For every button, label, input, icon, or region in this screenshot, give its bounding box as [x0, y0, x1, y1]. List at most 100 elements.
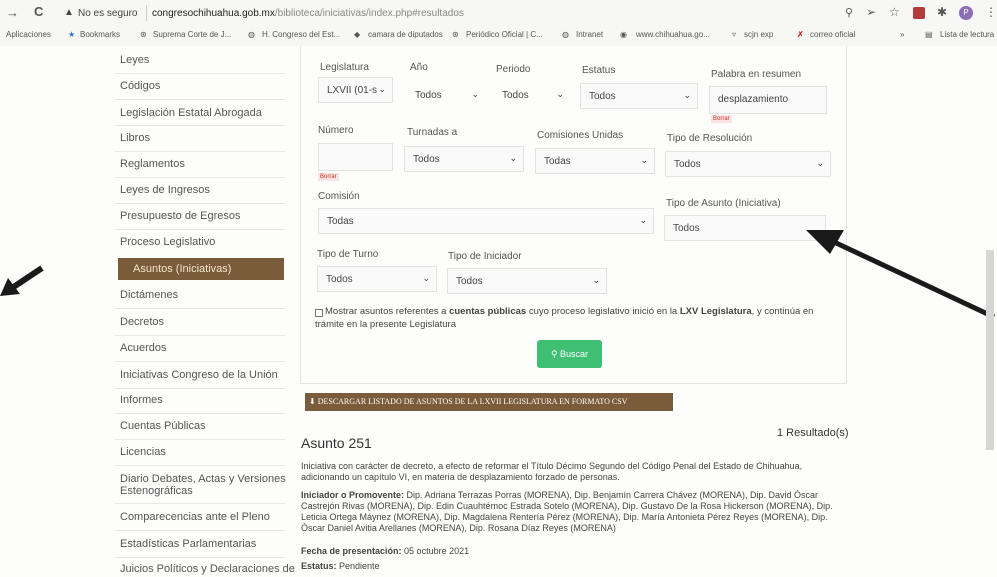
cuentas-publicas-checkbox[interactable]: [315, 309, 323, 317]
globe-icon: ◆: [354, 30, 361, 39]
divider: [115, 229, 285, 230]
sidebar-item-reglamentos[interactable]: Reglamentos: [120, 158, 185, 170]
chevron-down-icon: ⌄: [683, 90, 691, 100]
globe-icon: ◍: [562, 30, 569, 39]
mail-icon: ✗: [797, 30, 804, 39]
anio-select[interactable]: Todos ⌄: [406, 82, 486, 108]
bookmark-item[interactable]: Intranet: [576, 30, 603, 39]
divider: [115, 203, 285, 204]
bookmark-item[interactable]: camara de diputados: [368, 30, 443, 39]
sidebar-item-asuntos[interactable]: Asuntos (Iniciativas): [133, 263, 231, 275]
palabra-input[interactable]: desplazamiento: [709, 86, 827, 114]
sidebar-item-licencias[interactable]: Licencias: [120, 446, 166, 458]
comision-label: Comisión: [318, 191, 360, 202]
tipo-turno-value: Todos: [326, 274, 353, 285]
url-field[interactable]: congresochihuahua.gob.mx/biblioteca/inic…: [152, 8, 464, 19]
turnadas-select[interactable]: Todos ⌄: [404, 146, 524, 172]
numero-input[interactable]: [318, 143, 393, 171]
bookmark-item[interactable]: H. Congreso del Est...: [262, 30, 340, 39]
comisiones-select[interactable]: Todas ⌄: [535, 148, 655, 174]
result-description: Iniciativa con carácter de decreto, a ef…: [301, 461, 803, 482]
divider: [115, 388, 285, 389]
sidebar-item-iniciativas-union[interactable]: Iniciativas Congreso de la Unión: [120, 369, 278, 381]
security-label[interactable]: No es seguro: [78, 8, 137, 19]
extension-icon[interactable]: [913, 7, 925, 19]
sidebar-item-dictamenes[interactable]: Dictámenes: [120, 289, 178, 301]
download-csv-label: DESCARGAR LISTADO DE ASUNTOS DE LA LXVII…: [317, 397, 628, 406]
tipo-resolucion-select[interactable]: Todos ⌄: [665, 151, 831, 177]
globe-icon: ◍: [248, 30, 255, 39]
divider: [115, 99, 285, 100]
divider: [115, 557, 285, 558]
sidebar-item-codigos[interactable]: Códigos: [120, 80, 160, 92]
more-bookmarks-button[interactable]: »: [900, 30, 904, 39]
comision-select[interactable]: Todas ⌄: [318, 208, 654, 234]
sidebar-item-estadisticas[interactable]: Estadísticas Parlamentarias: [120, 538, 256, 550]
chevron-down-icon: ⌄: [471, 89, 479, 99]
search-button[interactable]: ⚲ Buscar: [537, 340, 602, 368]
avatar[interactable]: P: [959, 6, 973, 20]
divider: [115, 73, 285, 74]
turnadas-label: Turnadas a: [407, 127, 458, 138]
sidebar-item-leyes[interactable]: Leyes: [120, 54, 149, 66]
puzzle-icon[interactable]: ✱: [937, 5, 947, 19]
tipo-turno-select[interactable]: Todos ⌄: [317, 266, 437, 292]
sidebar-item-legislacion-abrogada[interactable]: Legislación Estatal Abrogada: [120, 107, 262, 119]
result-status: Estatus: Pendiente: [301, 561, 842, 572]
divider: [115, 530, 285, 531]
divider: [115, 335, 285, 336]
reload-icon[interactable]: C: [34, 4, 43, 19]
cuentas-publicas-text-line2: trámite en la presente Legislatura: [315, 319, 456, 330]
globe-icon: ⊛: [452, 30, 459, 39]
divider: [115, 361, 285, 362]
menu-icon[interactable]: ⋮: [985, 5, 997, 19]
bookmark-item[interactable]: Bookmarks: [80, 30, 120, 39]
scrollbar[interactable]: [986, 250, 994, 450]
tipo-asunto-select[interactable]: Todos: [664, 215, 826, 241]
url-path: /biblioteca/iniciativas/index.php#result…: [274, 8, 464, 19]
result-title[interactable]: Asunto 251: [301, 435, 372, 451]
status-label: Estatus:: [301, 561, 337, 571]
sidebar-item-proceso-legislativo[interactable]: Proceso Legislativo: [120, 236, 215, 248]
estatus-select[interactable]: Todos ⌄: [580, 83, 698, 109]
forward-icon[interactable]: →: [6, 5, 19, 20]
bookmark-item[interactable]: www.chihuahua.go...: [636, 30, 710, 39]
sidebar-item-diario-debates[interactable]: Diario Debates, Actas y Versiones: [120, 473, 286, 485]
bookmark-apps[interactable]: Aplicaciones: [6, 30, 51, 39]
date-label: Fecha de presentación:: [301, 546, 402, 556]
star-icon[interactable]: ☆: [889, 5, 900, 19]
divider: [115, 503, 285, 504]
palabra-label: Palabra en resumen: [711, 69, 802, 80]
share-icon[interactable]: ➢: [866, 5, 876, 19]
sidebar-item-informes[interactable]: Informes: [120, 394, 163, 406]
bookmark-item[interactable]: Periódico Oficial | C...: [466, 30, 543, 39]
sidebar-item-decretos[interactable]: Decretos: [120, 316, 164, 328]
chevron-down-icon: ⌄: [509, 153, 517, 163]
download-csv-button[interactable]: ⬇ DESCARGAR LISTADO DE ASUNTOS DE LA LXV…: [305, 393, 673, 411]
comision-value: Todas: [327, 216, 354, 227]
turnadas-value: Todos: [413, 154, 440, 165]
bookmark-item[interactable]: correo oficial: [810, 30, 855, 39]
tipo-iniciador-select[interactable]: Todos ⌄: [447, 268, 607, 294]
estatus-label: Estatus: [582, 65, 616, 76]
sidebar-item-presupuesto[interactable]: Presupuesto de Egresos: [120, 210, 240, 222]
tipo-iniciador-label: Tipo de Iniciador: [448, 251, 522, 262]
tipo-turno-label: Tipo de Turno: [317, 249, 379, 260]
sidebar-item-leyes-ingresos[interactable]: Leyes de Ingresos: [120, 184, 210, 196]
zoom-icon[interactable]: ⚲: [845, 6, 853, 19]
reading-list-button[interactable]: Lista de lectura: [940, 30, 994, 39]
sidebar-item-comparecencias[interactable]: Comparecencias ante el Pleno: [120, 511, 270, 523]
sidebar-item-cuentas-publicas[interactable]: Cuentas Públicas: [120, 420, 206, 432]
sidebar-item-libros[interactable]: Libros: [120, 132, 150, 144]
bookmark-item[interactable]: Suprema Corte de J...: [153, 30, 231, 39]
borrar-button[interactable]: Borrar: [318, 173, 339, 181]
date-value: 05 octubre 2021: [404, 546, 470, 556]
borrar-button[interactable]: Borrar: [711, 115, 732, 123]
periodo-select[interactable]: Todos ⌄: [493, 82, 571, 108]
sidebar-item-acuerdos[interactable]: Acuerdos: [120, 342, 166, 354]
bookmark-item[interactable]: scjn exp: [744, 30, 773, 39]
checkbox-bold: LXV Legislatura: [679, 306, 752, 317]
legislatura-select[interactable]: LXVII (01-s ⌄: [318, 77, 393, 103]
sidebar-item-juicios-politicos[interactable]: Juicios Políticos y Declaraciones de: [120, 563, 295, 575]
sidebar-item-diario-debates-cont[interactable]: Estenográficas: [120, 485, 193, 497]
